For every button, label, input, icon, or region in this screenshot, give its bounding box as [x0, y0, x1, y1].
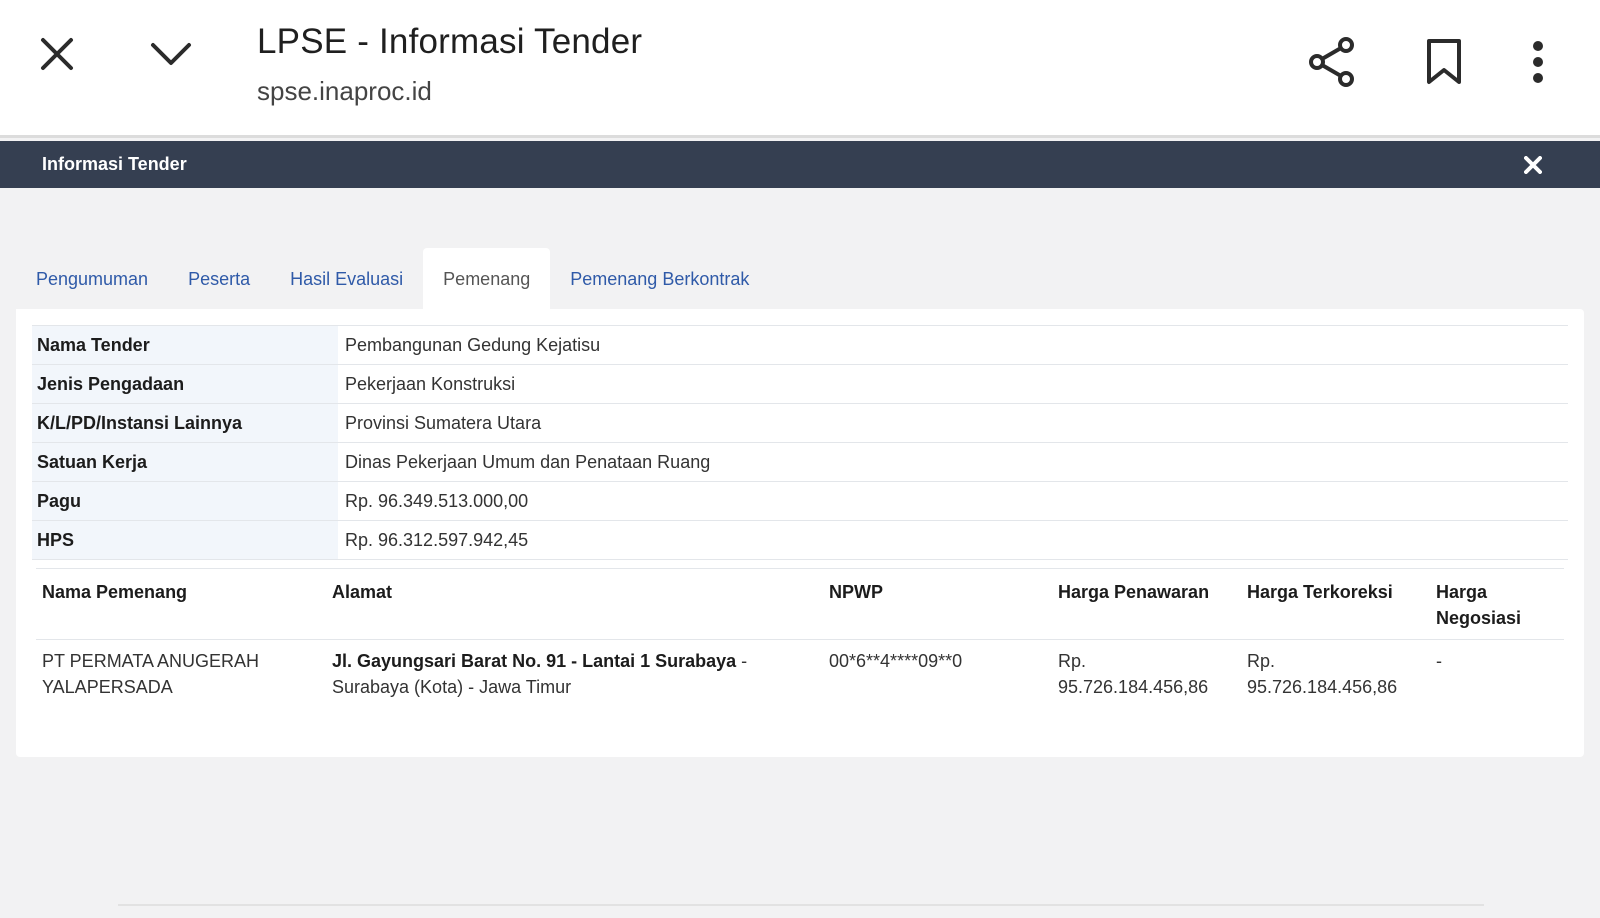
winner-npwp: 00*6**4****09**0	[829, 651, 963, 671]
share-button[interactable]	[1296, 26, 1368, 98]
info-value: Rp. 96.349.513.000,00	[338, 481, 1568, 521]
winner-address-street: Jl. Gayungsari Barat No. 91 - Lantai 1 S…	[332, 651, 737, 671]
bookmark-button[interactable]	[1408, 26, 1480, 98]
close-icon	[1524, 156, 1542, 174]
winner-address: Jl. Gayungsari Barat No. 91 - Lantai 1 S…	[326, 640, 823, 709]
table-row: Satuan Kerja Dinas Pekerjaan Umum dan Pe…	[32, 442, 1568, 482]
page-title: LPSE - Informasi Tender	[257, 22, 643, 61]
close-tab-button[interactable]	[21, 18, 93, 90]
tab-pemenang-berkontrak[interactable]: Pemenang Berkontrak	[550, 248, 769, 310]
tab-pemenang[interactable]: Pemenang	[423, 248, 551, 310]
page-url: spse.inaproc.id	[257, 76, 432, 106]
table-row: K/L/PD/Instansi Lainnya Provinsi Sumater…	[32, 403, 1568, 443]
table-row: Jenis Pengadaan Pekerjaan Konstruksi	[32, 364, 1568, 404]
modal-close-button[interactable]	[1518, 150, 1548, 180]
tab-peserta[interactable]: Peserta	[168, 248, 270, 310]
info-label: Nama Tender	[32, 325, 338, 365]
winner-harga-penawaran: Rp. 95.726.184.456,86	[1058, 651, 1209, 697]
column-header-harga-terkoreksi: Harga Terkoreksi	[1241, 568, 1430, 640]
info-label: K/L/PD/Instansi Lainnya	[32, 403, 338, 443]
info-label: Pagu	[32, 481, 338, 521]
table-row: Pagu Rp. 96.349.513.000,00	[32, 481, 1568, 521]
column-header-alamat: Alamat	[326, 568, 823, 640]
column-header-nama-pemenang: Nama Pemenang	[36, 568, 326, 640]
info-value: Pekerjaan Konstruksi	[338, 364, 1568, 404]
column-header-npwp: NPWP	[823, 568, 1052, 640]
tender-info-table: Nama Tender Pembangunan Gedung Kejatisu …	[32, 325, 1568, 560]
info-label: Jenis Pengadaan	[32, 364, 338, 404]
winner-table: Nama Pemenang Alamat NPWP Harga Penawara…	[36, 568, 1564, 708]
tab-bar: Pengumuman Peserta Hasil Evaluasi Pemena…	[16, 248, 769, 310]
table-header-row: Nama Pemenang Alamat NPWP Harga Penawara…	[36, 568, 1564, 640]
modal-header: Informasi Tender	[0, 141, 1600, 188]
column-header-harga-penawaran: Harga Penawaran	[1052, 568, 1241, 640]
tab-hasil-evaluasi[interactable]: Hasil Evaluasi	[270, 248, 423, 310]
more-options-button[interactable]	[1510, 26, 1566, 98]
bookmark-icon	[1427, 39, 1461, 84]
info-label: HPS	[32, 520, 338, 560]
winner-name: PT PERMATA ANUGERAH YALAPERSADA	[42, 651, 260, 697]
tab-pengumuman[interactable]: Pengumuman	[16, 248, 168, 310]
winner-harga-negosiasi: -	[1436, 651, 1442, 671]
table-row: Nama Tender Pembangunan Gedung Kejatisu	[32, 325, 1568, 365]
tab-content-panel: Nama Tender Pembangunan Gedung Kejatisu …	[16, 309, 1584, 757]
info-label: Satuan Kerja	[32, 442, 338, 482]
info-value: Rp. 96.312.597.942,45	[338, 520, 1568, 560]
table-row: HPS Rp. 96.312.597.942,45	[32, 520, 1568, 560]
modal-title: Informasi Tender	[42, 154, 187, 174]
info-value: Dinas Pekerjaan Umum dan Penataan Ruang	[338, 442, 1568, 482]
info-value: Pembangunan Gedung Kejatisu	[338, 325, 1568, 365]
close-icon	[41, 38, 73, 70]
more-vert-icon	[1533, 41, 1543, 83]
bottom-divider	[118, 904, 1484, 906]
info-value: Provinsi Sumatera Utara	[338, 403, 1568, 443]
table-row: PT PERMATA ANUGERAH YALAPERSADA Jl. Gayu…	[36, 640, 1564, 709]
browser-toolbar: LPSE - Informasi Tender spse.inaproc.id	[0, 0, 1600, 138]
chevron-down-icon	[151, 43, 191, 65]
column-header-harga-negosiasi: Harga Negosiasi	[1430, 568, 1564, 640]
collapse-button[interactable]	[135, 18, 207, 90]
share-icon	[1309, 37, 1354, 87]
winner-harga-terkoreksi: Rp. 95.726.184.456,86	[1247, 651, 1398, 697]
